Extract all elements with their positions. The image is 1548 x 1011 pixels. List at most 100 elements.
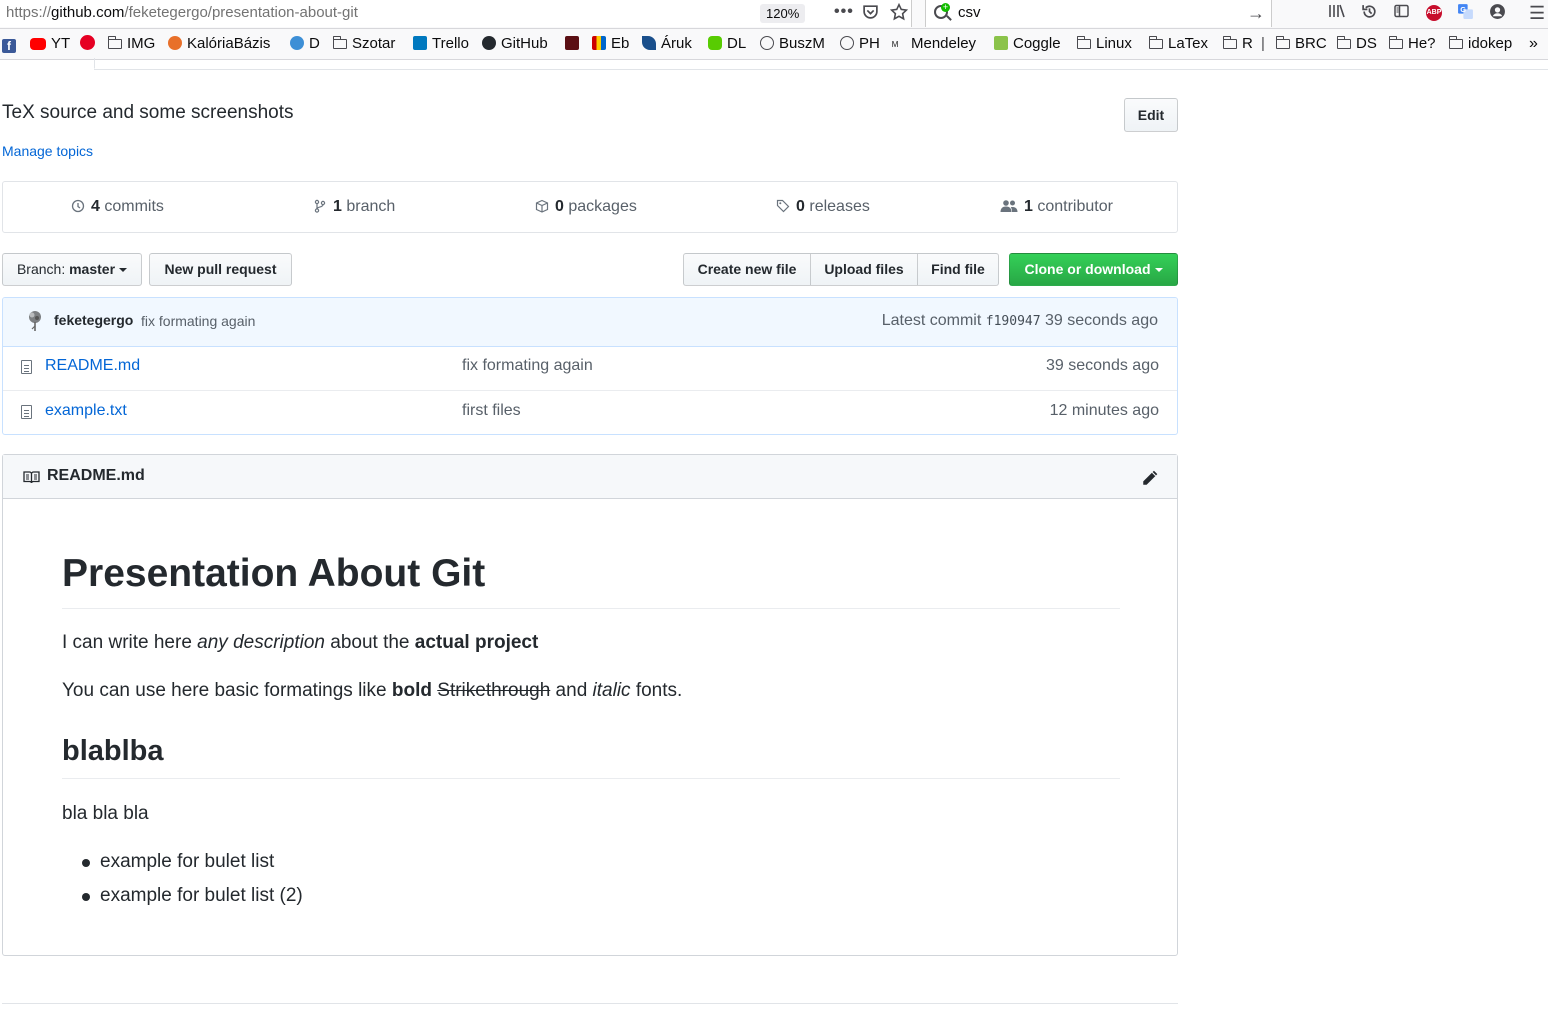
readme-title: README.md xyxy=(47,467,145,484)
bookmark-kaloriabazis[interactable]: KalóriaBázis xyxy=(168,29,270,59)
bookmark-coggle[interactable]: Coggle xyxy=(994,29,1061,59)
bookmark-buszm[interactable]: BuszM xyxy=(760,29,825,59)
bookmark-ph[interactable]: PH xyxy=(840,29,880,59)
bookmark-eb[interactable]: Eb xyxy=(592,29,629,59)
branches-stat[interactable]: 1 branch xyxy=(313,182,395,232)
commits-stat[interactable]: 4 commits xyxy=(71,182,164,232)
n-icon xyxy=(565,36,579,50)
clone-label: Clone or download xyxy=(1024,261,1151,277)
sidebar-icon[interactable] xyxy=(1393,3,1410,24)
readme-heading-1: Presentation About Git xyxy=(62,550,1120,609)
bookmark-r[interactable]: R xyxy=(1222,29,1253,59)
search-value: csv xyxy=(958,4,981,21)
new-pull-request-button[interactable]: New pull request xyxy=(149,253,292,286)
chevron-more-icon[interactable]: » xyxy=(1529,29,1538,59)
bookmark-idokep[interactable]: idokep xyxy=(1448,29,1512,59)
bookmark-yt[interactable]: YT xyxy=(30,29,70,59)
packages-stat[interactable]: 0 packages xyxy=(535,182,637,232)
file-name-link[interactable]: README.md xyxy=(45,357,140,375)
create-new-file-button[interactable]: Create new file xyxy=(683,253,811,286)
releases-label: releases xyxy=(809,198,870,215)
text-run: I can write here xyxy=(62,632,198,653)
library-icon[interactable] xyxy=(1328,3,1346,24)
latest-commit-bar: feketegergo fix formating again Latest c… xyxy=(3,298,1177,347)
bookmark-label: BRC xyxy=(1295,35,1327,52)
bookmark-img[interactable]: IMG xyxy=(107,29,155,59)
bookmark-facebook[interactable]: f xyxy=(2,29,21,59)
bookmark-label: Trello xyxy=(432,35,469,52)
text-run: You can use here basic formatings like xyxy=(62,680,392,701)
adblock-icon[interactable]: ABP xyxy=(1426,5,1442,21)
go-arrow-icon[interactable]: → xyxy=(1247,0,1265,26)
url-prefix: https:// xyxy=(6,4,52,21)
bookmark-label: He? xyxy=(1408,35,1436,52)
commit-message-link[interactable]: fix formating again xyxy=(141,313,255,329)
edit-description-button[interactable]: Edit xyxy=(1124,98,1178,132)
bookmark-github[interactable]: GitHub xyxy=(482,29,548,59)
upload-files-button[interactable]: Upload files xyxy=(810,253,918,286)
branch-select-button[interactable]: Branch: master xyxy=(2,253,142,286)
avatar[interactable] xyxy=(25,310,45,332)
bookmark-label: Áruk xyxy=(661,35,692,52)
bookmark-szotar[interactable]: Szotar xyxy=(332,29,395,59)
contributors-label: contributor xyxy=(1037,198,1113,215)
clone-or-download-button[interactable]: Clone or download xyxy=(1009,253,1178,286)
bookmark-label: Mendeley xyxy=(911,35,977,52)
tag-icon xyxy=(776,199,790,213)
d-icon xyxy=(290,36,304,50)
bookmark-latex[interactable]: LaTex xyxy=(1148,29,1209,59)
italic-text: italic xyxy=(592,680,631,701)
repo-tab-remnant xyxy=(2,58,95,69)
trello-icon xyxy=(413,36,427,50)
pencil-icon[interactable] xyxy=(1141,469,1159,487)
file-row: example.txt first files 12 minutes ago xyxy=(3,390,1177,434)
bookmark-d[interactable]: D xyxy=(290,29,320,59)
latest-commit-info: Latest commit f190947 39 seconds ago xyxy=(882,312,1158,330)
bookmark-label: DS xyxy=(1356,35,1377,52)
account-icon[interactable] xyxy=(1489,3,1506,25)
file-age: 39 seconds ago xyxy=(1046,357,1159,374)
youtube-icon xyxy=(30,38,46,50)
branch-prefix: Branch: xyxy=(16,261,66,277)
add-search-engine-icon: + xyxy=(941,2,950,12)
bookmark-mendeley[interactable]: ᴹ Mendeley xyxy=(892,29,976,59)
bookmark-pinterest[interactable] xyxy=(80,29,100,59)
contributors-stat[interactable]: 1 contributor xyxy=(1000,182,1113,232)
text-run: and xyxy=(550,680,593,701)
repo-stats-bar: 4 commits 1 branch 0 packages 0 releases… xyxy=(2,181,1178,233)
bookmark-label: LaTex xyxy=(1168,35,1209,52)
bookmark-dl[interactable]: DL xyxy=(708,29,746,59)
duolingo-icon xyxy=(708,36,722,50)
file-commit-message-link[interactable]: fix formating again xyxy=(462,357,593,375)
bookmark-he[interactable]: He? xyxy=(1388,29,1436,59)
find-file-button[interactable]: Find file xyxy=(917,253,999,286)
file-name-link[interactable]: example.txt xyxy=(45,402,127,420)
caret-down-icon xyxy=(1154,268,1163,272)
file-commit-message-link[interactable]: first files xyxy=(462,402,521,420)
book-icon xyxy=(23,471,40,484)
bookmark-ds[interactable]: DS xyxy=(1336,29,1377,59)
bookmark-brc[interactable]: BRC xyxy=(1275,29,1327,59)
pocket-icon[interactable] xyxy=(862,3,879,25)
translate-icon[interactable]: G xyxy=(1457,3,1474,25)
commit-author-link[interactable]: feketegergo xyxy=(54,312,133,328)
bookmark-trello[interactable]: Trello xyxy=(413,29,469,59)
bookmark-star-icon[interactable] xyxy=(889,2,909,26)
bookmark-linux[interactable]: Linux xyxy=(1076,29,1132,59)
commit-sha-link[interactable]: f190947 xyxy=(986,314,1041,329)
bold-text: actual project xyxy=(414,632,539,653)
search-input[interactable]: + csv → xyxy=(925,0,1272,27)
folder-icon xyxy=(1448,36,1463,49)
bookmark-aruk[interactable]: Áruk xyxy=(642,29,692,59)
bookmark-n[interactable] xyxy=(565,29,584,59)
folder-icon xyxy=(1222,36,1237,49)
releases-stat[interactable]: 0 releases xyxy=(776,182,870,232)
hamburger-menu-icon[interactable]: ☰ xyxy=(1529,3,1545,24)
bookmark-label: PH xyxy=(859,35,880,52)
manage-topics-link[interactable]: Manage topics xyxy=(2,143,93,159)
page-actions-icon[interactable]: ••• xyxy=(834,3,854,21)
bookmark-label: Linux xyxy=(1096,35,1132,52)
history-icon[interactable] xyxy=(1361,3,1378,25)
zoom-indicator[interactable]: 120% xyxy=(760,4,806,23)
browser-toolbar: https://github.com/feketegergo/presentat… xyxy=(0,0,1548,29)
